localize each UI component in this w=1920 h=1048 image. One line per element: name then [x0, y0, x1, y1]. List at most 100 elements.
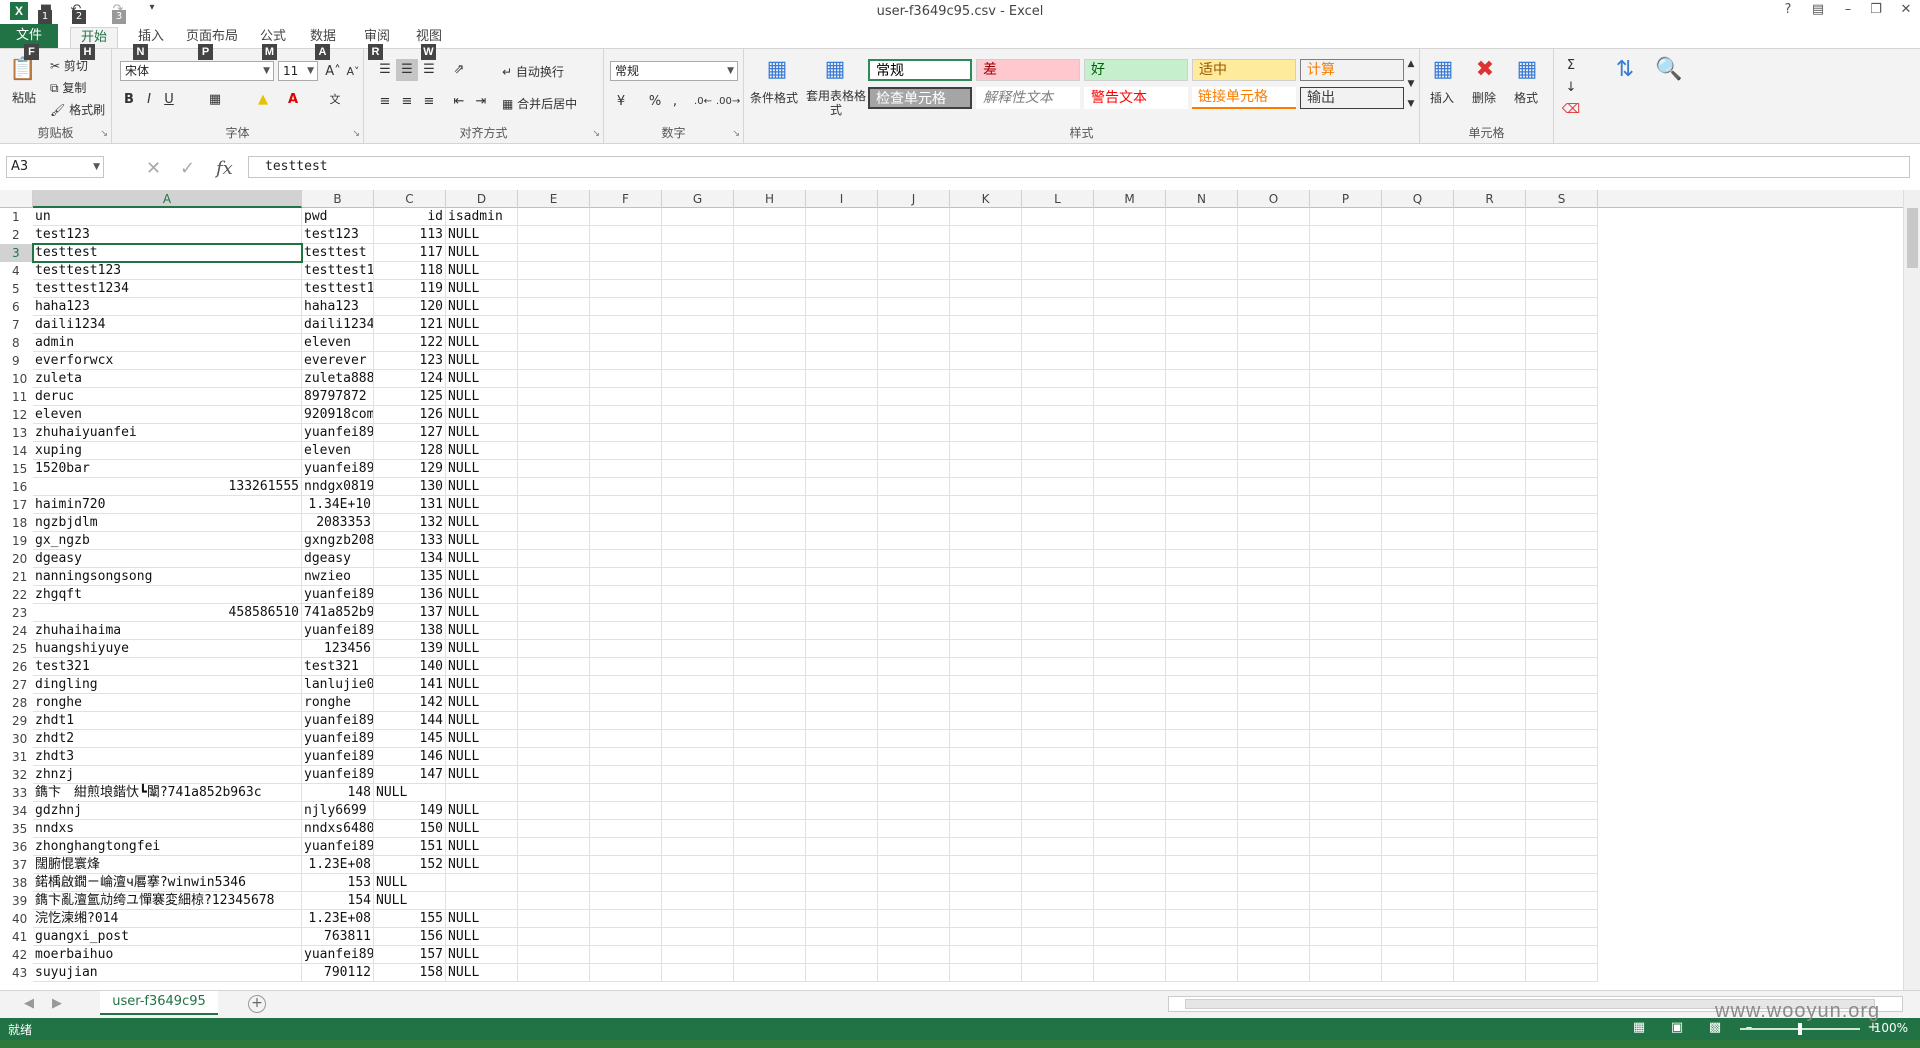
- cell-j[interactable]: [878, 298, 950, 316]
- cell-h[interactable]: [734, 532, 806, 550]
- cell-r[interactable]: [1454, 424, 1526, 442]
- cell-c[interactable]: 119: [374, 280, 446, 298]
- cell-n[interactable]: [1166, 820, 1238, 838]
- cell-g[interactable]: [662, 946, 734, 964]
- cell-l[interactable]: [1022, 460, 1094, 478]
- cell-f[interactable]: [590, 334, 662, 352]
- align-left-icon[interactable]: ≡: [374, 91, 396, 113]
- cell-e[interactable]: [518, 586, 590, 604]
- style-neutral[interactable]: 适中: [1192, 59, 1296, 81]
- cell-b[interactable]: yuanfei89: [302, 460, 374, 478]
- column-header-o[interactable]: O: [1238, 190, 1310, 208]
- cell-f[interactable]: [590, 838, 662, 856]
- cell-m[interactable]: [1094, 406, 1166, 424]
- percent-button[interactable]: %: [644, 91, 666, 113]
- cell-m[interactable]: [1094, 388, 1166, 406]
- cell-b[interactable]: yuanfei89: [302, 424, 374, 442]
- cell-e[interactable]: [518, 640, 590, 658]
- cell-b[interactable]: 1.23E+08: [302, 910, 374, 928]
- cell-c[interactable]: 146: [374, 748, 446, 766]
- cell-k[interactable]: [950, 424, 1022, 442]
- cell-r[interactable]: [1454, 262, 1526, 280]
- cell-s[interactable]: [1526, 460, 1598, 478]
- cell-r[interactable]: [1454, 316, 1526, 334]
- cell-c[interactable]: 144: [374, 712, 446, 730]
- cell-i[interactable]: [806, 892, 878, 910]
- cell-k[interactable]: [950, 208, 1022, 226]
- cell-i[interactable]: [806, 604, 878, 622]
- bold-button[interactable]: B: [118, 89, 140, 111]
- cell-i[interactable]: [806, 532, 878, 550]
- cell-f[interactable]: [590, 910, 662, 928]
- cell-p[interactable]: [1310, 334, 1382, 352]
- column-header-d[interactable]: D: [446, 190, 518, 208]
- cell-j[interactable]: [878, 316, 950, 334]
- insert-cells-icon[interactable]: ▦: [1428, 55, 1458, 85]
- style-check-cell[interactable]: 检查单元格: [868, 87, 972, 109]
- cell-s[interactable]: [1526, 856, 1598, 874]
- cell-c[interactable]: 145: [374, 730, 446, 748]
- cell-i[interactable]: [806, 838, 878, 856]
- align-top-icon[interactable]: ☰: [374, 59, 396, 81]
- cell-h[interactable]: [734, 478, 806, 496]
- cell-n[interactable]: [1166, 694, 1238, 712]
- cell-l[interactable]: [1022, 406, 1094, 424]
- column-header-e[interactable]: E: [518, 190, 590, 208]
- cell-n[interactable]: [1166, 748, 1238, 766]
- cell-f[interactable]: [590, 892, 662, 910]
- cell-a[interactable]: 133261555: [33, 478, 302, 496]
- row-header[interactable]: 21: [0, 568, 32, 586]
- cell-e[interactable]: [518, 694, 590, 712]
- cell-d[interactable]: NULL: [446, 928, 518, 946]
- cell-s[interactable]: [1526, 694, 1598, 712]
- cell-f[interactable]: [590, 784, 662, 802]
- cell-j[interactable]: [878, 730, 950, 748]
- cell-f[interactable]: [590, 298, 662, 316]
- cell-d[interactable]: NULL: [446, 730, 518, 748]
- cell-o[interactable]: [1238, 208, 1310, 226]
- cell-r[interactable]: [1454, 226, 1526, 244]
- cell-g[interactable]: [662, 640, 734, 658]
- cell-i[interactable]: [806, 676, 878, 694]
- decrease-font-icon[interactable]: A˅: [342, 61, 364, 83]
- cell-q[interactable]: [1382, 874, 1454, 892]
- cell-q[interactable]: [1382, 946, 1454, 964]
- cell-q[interactable]: [1382, 910, 1454, 928]
- cell-h[interactable]: [734, 712, 806, 730]
- cell-f[interactable]: [590, 658, 662, 676]
- cell-d[interactable]: NULL: [446, 838, 518, 856]
- cell-a[interactable]: 鐫卞亂澶氳劥绔ユ憚褰変細椋?12345678: [33, 892, 302, 910]
- cell-l[interactable]: [1022, 856, 1094, 874]
- cell-n[interactable]: [1166, 712, 1238, 730]
- column-header-l[interactable]: L: [1022, 190, 1094, 208]
- cell-c[interactable]: 131: [374, 496, 446, 514]
- cell-d[interactable]: NULL: [446, 640, 518, 658]
- cell-p[interactable]: [1310, 730, 1382, 748]
- fill-color-icon[interactable]: ▲: [252, 89, 274, 111]
- cell-b[interactable]: nndgx0819: [302, 478, 374, 496]
- row-header[interactable]: 28: [0, 694, 32, 712]
- cell-j[interactable]: [878, 838, 950, 856]
- cell-h[interactable]: [734, 874, 806, 892]
- cell-p[interactable]: [1310, 658, 1382, 676]
- cell-o[interactable]: [1238, 892, 1310, 910]
- underline-button[interactable]: U: [158, 89, 180, 111]
- cell-n[interactable]: [1166, 640, 1238, 658]
- cell-p[interactable]: [1310, 208, 1382, 226]
- cell-o[interactable]: [1238, 460, 1310, 478]
- cell-q[interactable]: [1382, 262, 1454, 280]
- cell-f[interactable]: [590, 820, 662, 838]
- cell-o[interactable]: [1238, 910, 1310, 928]
- table-format-button[interactable]: 套用表格格式: [806, 89, 866, 117]
- cell-h[interactable]: [734, 784, 806, 802]
- cell-i[interactable]: [806, 460, 878, 478]
- page-layout-view-icon[interactable]: ▣: [1668, 1020, 1686, 1036]
- cell-j[interactable]: [878, 784, 950, 802]
- cell-r[interactable]: [1454, 964, 1526, 982]
- cell-n[interactable]: [1166, 298, 1238, 316]
- column-header-m[interactable]: M: [1094, 190, 1166, 208]
- cell-p[interactable]: [1310, 532, 1382, 550]
- cell-b[interactable]: 123456: [302, 640, 374, 658]
- cell-c[interactable]: NULL: [374, 874, 446, 892]
- column-header-b[interactable]: B: [302, 190, 374, 208]
